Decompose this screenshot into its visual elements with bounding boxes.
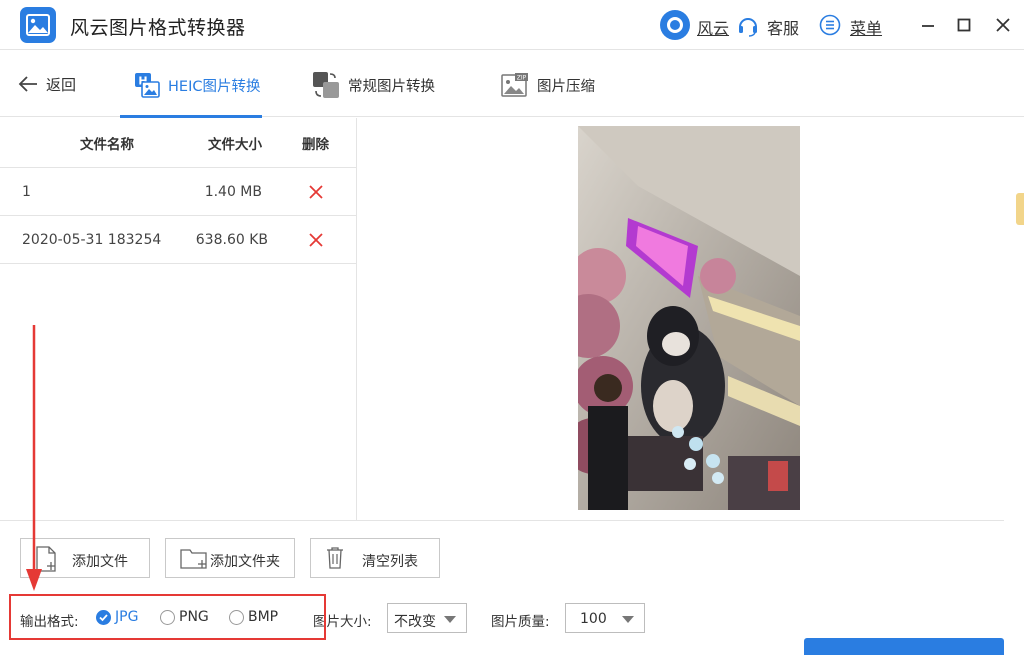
start-convert-button[interactable] bbox=[804, 638, 1004, 655]
format-radio-bmp[interactable]: BMP bbox=[229, 609, 278, 625]
app-title: 风云图片格式转换器 bbox=[70, 17, 246, 39]
table-row[interactable]: 2020-05-31 183254 638.60 KB bbox=[0, 216, 356, 264]
divider bbox=[0, 520, 1004, 521]
tab-compress-label: 图片压缩 bbox=[537, 78, 595, 95]
format-jpg-label: JPG bbox=[115, 609, 139, 625]
convert-image-icon bbox=[313, 72, 339, 98]
customer-service-link[interactable]: 客服 bbox=[767, 15, 799, 39]
arrow-left-icon bbox=[18, 76, 37, 92]
format-png-label: PNG bbox=[179, 609, 209, 625]
add-file-icon bbox=[36, 546, 56, 572]
title-bar: 风云图片格式转换器 风云 客服 菜单 bbox=[0, 0, 1024, 50]
add-file-label: 添加文件 bbox=[72, 554, 128, 570]
heic-image-icon: H bbox=[135, 73, 160, 98]
file-name: 1 bbox=[22, 183, 31, 200]
file-name: 2020-05-31 183254 bbox=[22, 231, 162, 248]
preview-photo bbox=[578, 126, 800, 510]
svg-text:ZIP: ZIP bbox=[517, 75, 527, 82]
fengyun-logo-icon[interactable] bbox=[660, 10, 690, 40]
radio-checked-icon bbox=[96, 609, 111, 625]
tab-regular-convert[interactable]: 常规图片转换 bbox=[312, 65, 435, 105]
chevron-down-icon bbox=[622, 616, 634, 623]
back-label: 返回 bbox=[46, 75, 77, 94]
table-row[interactable]: 1 1.40 MB bbox=[0, 168, 356, 216]
delete-x-icon[interactable] bbox=[308, 184, 324, 200]
clear-list-label: 清空列表 bbox=[362, 554, 418, 570]
side-panel-handle[interactable] bbox=[1016, 193, 1024, 225]
image-preview bbox=[578, 126, 800, 510]
tab-heic-convert[interactable]: H HEIC图片转换 bbox=[134, 65, 260, 105]
close-icon[interactable] bbox=[992, 14, 1014, 36]
file-table: 文件名称 文件大小 删除 1 1.40 MB 2020-05-31 183254… bbox=[0, 118, 357, 520]
nav-bar: 返回 H HEIC图片转换 常规图片转换 ZIP 图片压缩 bbox=[0, 51, 1024, 118]
chevron-down-icon bbox=[444, 616, 456, 623]
delete-x-icon[interactable] bbox=[308, 232, 324, 248]
add-folder-icon bbox=[180, 549, 207, 569]
clear-list-button[interactable]: 清空列表 bbox=[310, 538, 440, 578]
format-radio-jpg[interactable]: JPG bbox=[96, 609, 138, 625]
zip-image-icon: ZIP bbox=[501, 73, 528, 97]
file-size: 638.60 KB bbox=[195, 231, 268, 248]
column-header-size: 文件大小 bbox=[208, 136, 262, 153]
table-header: 文件名称 文件大小 删除 bbox=[0, 118, 356, 168]
column-header-delete: 删除 bbox=[302, 136, 329, 153]
brand-link[interactable]: 风云 bbox=[697, 15, 729, 39]
tab-image-compress[interactable]: ZIP 图片压缩 bbox=[501, 65, 595, 105]
menu-link[interactable]: 菜单 bbox=[850, 15, 882, 39]
headset-icon[interactable] bbox=[737, 15, 759, 37]
tab-heic-label: HEIC图片转换 bbox=[168, 78, 261, 95]
back-button[interactable]: 返回 bbox=[18, 71, 76, 97]
trash-icon bbox=[327, 547, 343, 569]
menu-list-icon[interactable] bbox=[819, 14, 841, 36]
image-size-label: 图片大小: bbox=[313, 614, 372, 630]
image-quality-value: 100 bbox=[580, 611, 607, 627]
add-file-button[interactable]: 添加文件 bbox=[20, 538, 150, 578]
radio-unchecked-icon bbox=[160, 609, 175, 625]
radio-unchecked-icon bbox=[229, 609, 244, 625]
image-size-value: 不改变 bbox=[394, 614, 436, 630]
format-bmp-label: BMP bbox=[248, 609, 279, 625]
image-size-select[interactable]: 不改变 bbox=[387, 603, 467, 633]
add-folder-label: 添加文件夹 bbox=[210, 554, 280, 570]
file-size: 1.40 MB bbox=[204, 183, 262, 200]
minimize-icon[interactable] bbox=[917, 14, 939, 36]
column-header-name: 文件名称 bbox=[80, 136, 134, 153]
image-quality-label: 图片质量: bbox=[491, 614, 550, 630]
maximize-icon[interactable] bbox=[953, 14, 975, 36]
image-quality-select[interactable]: 100 bbox=[565, 603, 645, 633]
tab-regular-label: 常规图片转换 bbox=[348, 78, 435, 95]
add-folder-button[interactable]: 添加文件夹 bbox=[165, 538, 295, 578]
output-format-label: 输出格式: bbox=[20, 614, 79, 630]
app-logo-icon bbox=[20, 7, 56, 43]
format-radio-png[interactable]: PNG bbox=[160, 609, 209, 625]
